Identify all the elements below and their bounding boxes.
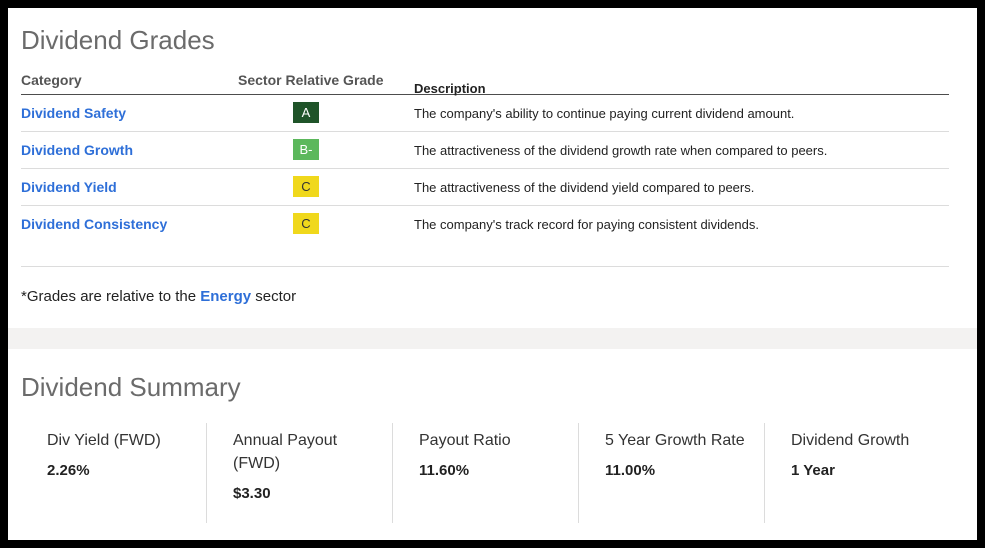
metric-dividend-growth: Dividend Growth 1 Year (764, 423, 951, 523)
metric-label: 5 Year Growth Rate (605, 432, 745, 449)
row-description: The attractiveness of the dividend yield… (414, 180, 755, 195)
dividend-summary-title: Dividend Summary (21, 372, 241, 402)
metric-annual-payout: Annual Payout (FWD) $3.30 (206, 423, 393, 523)
dividend-growth-link[interactable]: Dividend Growth (21, 142, 133, 158)
dividend-consistency-link[interactable]: Dividend Consistency (21, 216, 167, 232)
header-sector-relative-grade: Sector Relative Grade (238, 72, 384, 88)
dividend-grades-title: Dividend Grades (21, 25, 215, 55)
row-description: The company's track record for paying co… (414, 217, 759, 232)
metric-label: Payout Ratio (419, 432, 511, 449)
grades-table: Category Sector Relative Grade Descripti… (21, 70, 949, 242)
dividend-safety-link[interactable]: Dividend Safety (21, 105, 126, 121)
metric-value: 11.00% (605, 462, 656, 479)
grade-badge: C (293, 213, 319, 234)
section-separator (8, 328, 977, 349)
grades-table-header: Category Sector Relative Grade Descripti… (21, 70, 949, 96)
header-description: Description (414, 81, 486, 96)
row-description: The attractiveness of the dividend growt… (414, 143, 828, 158)
grade-badge: B- (293, 139, 319, 160)
metric-div-yield: Div Yield (FWD) 2.26% (21, 423, 207, 523)
metric-value: 2.26% (47, 462, 90, 479)
table-row: Dividend Yield C The attractiveness of t… (21, 169, 949, 206)
dividend-grades-section: Dividend Grades Category Sector Relative… (8, 8, 977, 328)
summary-metrics: Div Yield (FWD) 2.26% Annual Payout (FWD… (21, 423, 949, 523)
grade-badge: A (293, 102, 319, 123)
metric-value: 1 Year (791, 462, 835, 479)
metric-label: Annual Payout (FWD) (233, 432, 338, 472)
table-row: Dividend Consistency C The company's tra… (21, 206, 949, 242)
dividend-yield-link[interactable]: Dividend Yield (21, 179, 117, 195)
grade-badge: C (293, 176, 319, 197)
table-row: Dividend Safety A The company's ability … (21, 95, 949, 132)
metric-5-year-growth-rate: 5 Year Growth Rate 11.00% (578, 423, 765, 523)
row-description: The company's ability to continue paying… (414, 106, 795, 121)
metric-value: $3.30 (233, 485, 271, 502)
footnote-divider (21, 266, 949, 267)
metric-label: Div Yield (FWD) (47, 432, 161, 449)
dividend-summary-section: Dividend Summary Div Yield (FWD) 2.26% A… (8, 349, 977, 540)
metric-payout-ratio: Payout Ratio 11.60% (392, 423, 579, 523)
metric-value: 11.60% (419, 462, 470, 479)
footnote-suffix: sector (251, 288, 297, 305)
footnote-prefix: *Grades are relative to the (21, 288, 201, 305)
metric-label: Dividend Growth (791, 432, 910, 449)
sector-footnote: *Grades are relative to the Energy secto… (21, 288, 296, 305)
sector-link[interactable]: Energy (200, 288, 251, 305)
table-row: Dividend Growth B- The attractiveness of… (21, 132, 949, 169)
page-frame: Dividend Grades Category Sector Relative… (8, 8, 977, 540)
header-category: Category (21, 72, 82, 88)
